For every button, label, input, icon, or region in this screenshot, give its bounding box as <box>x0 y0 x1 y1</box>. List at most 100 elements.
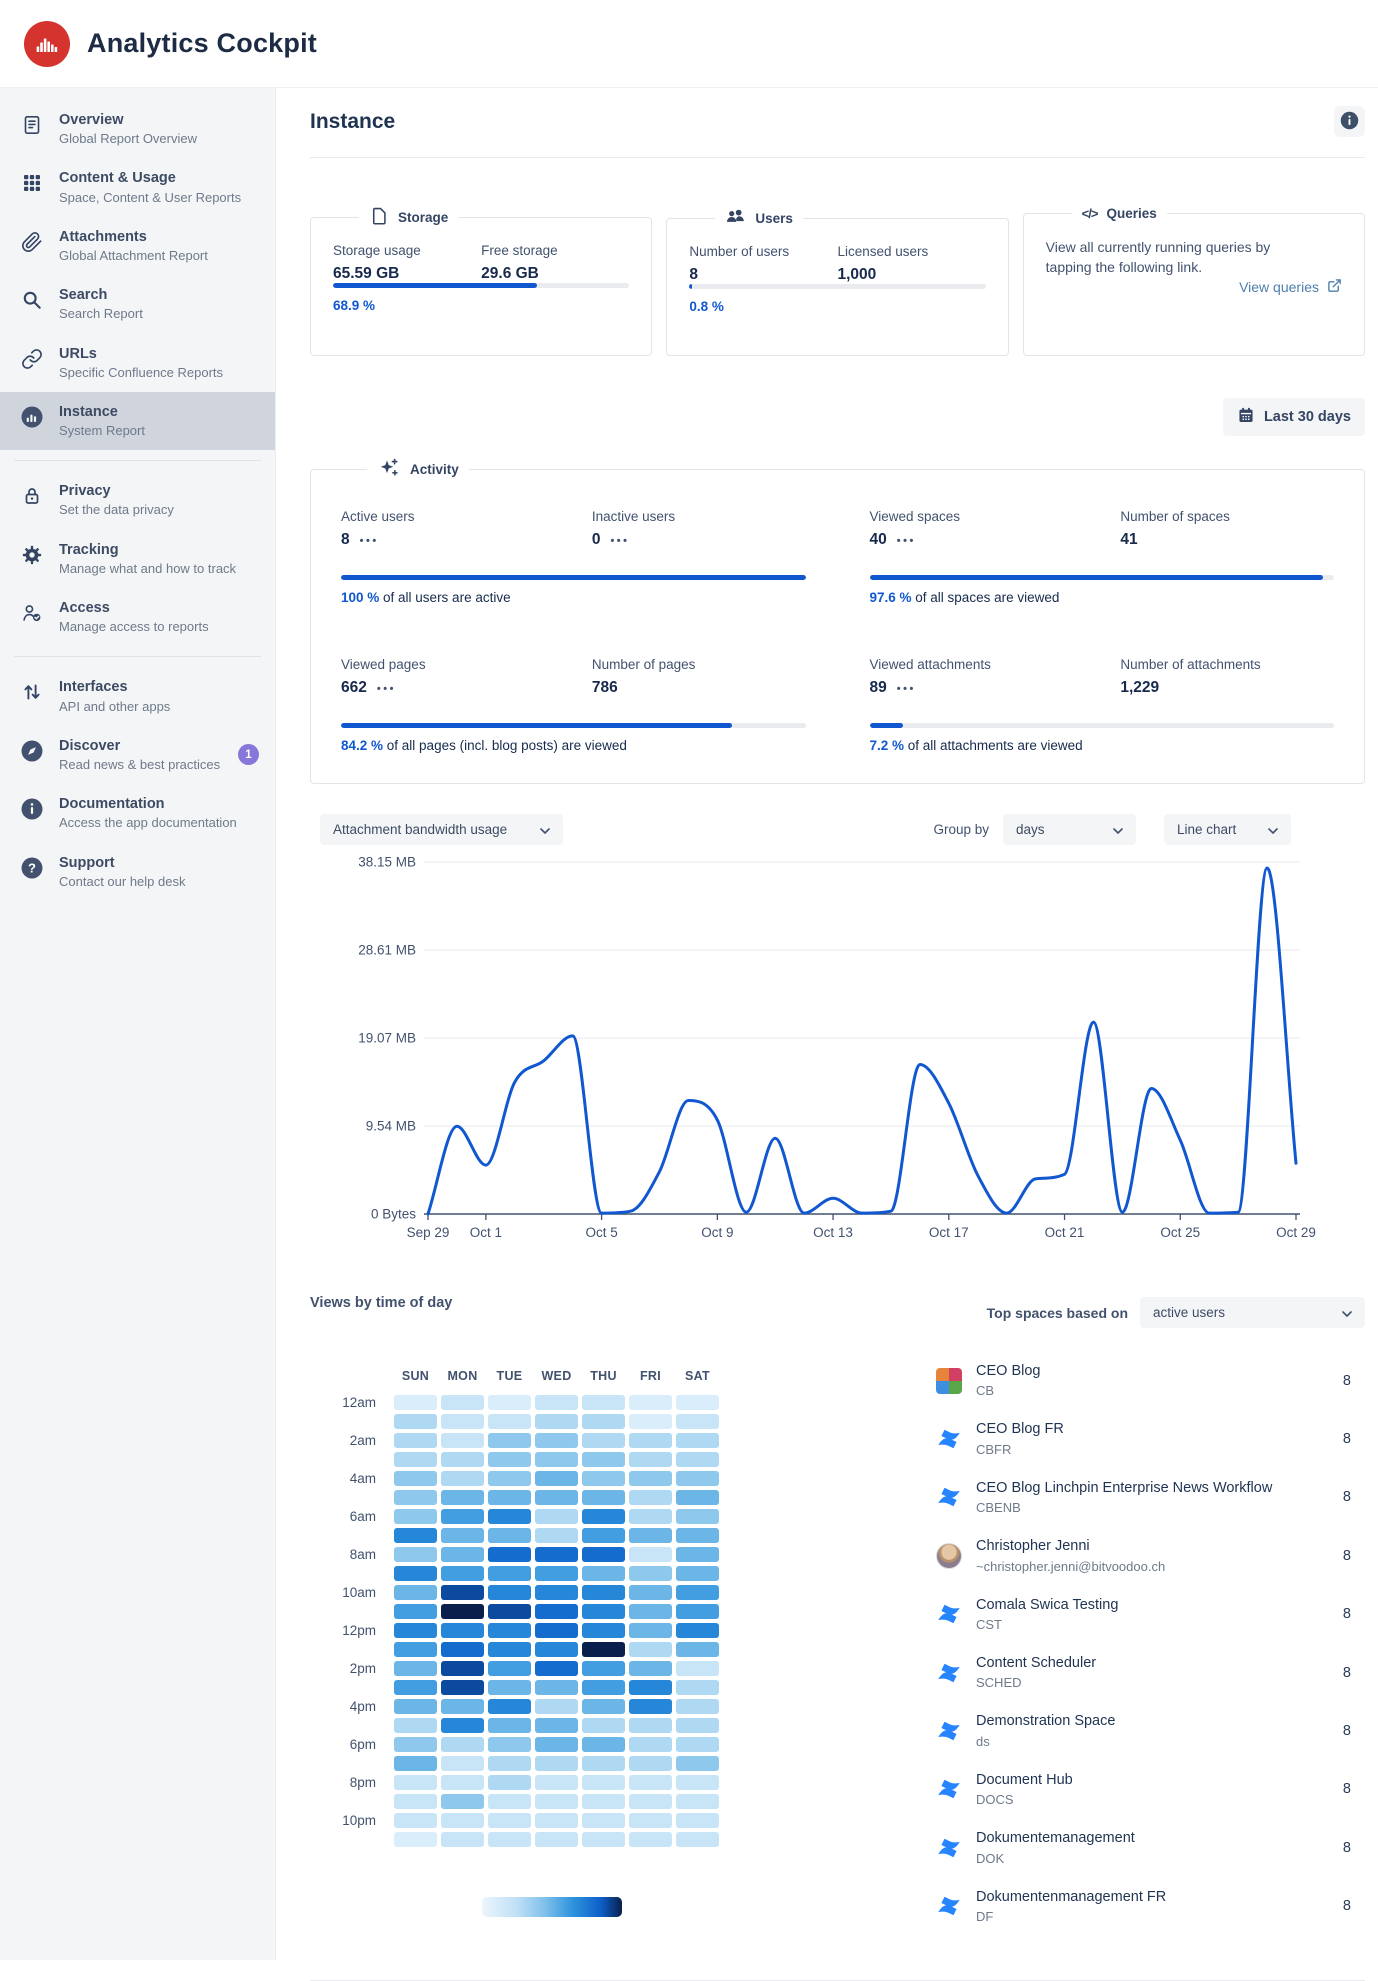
heatmap-cell[interactable] <box>441 1395 484 1410</box>
heatmap-cell[interactable] <box>582 1395 625 1410</box>
heatmap-cell[interactable] <box>441 1528 484 1543</box>
heatmap-cell[interactable] <box>676 1585 719 1600</box>
heatmap-cell[interactable] <box>441 1661 484 1676</box>
heatmap-cell[interactable] <box>488 1490 531 1505</box>
heatmap-cell[interactable] <box>629 1623 672 1638</box>
heatmap-cell[interactable] <box>488 1718 531 1733</box>
heatmap-cell[interactable] <box>488 1813 531 1828</box>
top-space-item[interactable]: Dokumentenmanagement FR DF 8 <box>935 1880 1365 1933</box>
heatmap-cell[interactable] <box>582 1699 625 1714</box>
heatmap-cell[interactable] <box>441 1471 484 1486</box>
heatmap-cell[interactable] <box>441 1718 484 1733</box>
heatmap-cell[interactable] <box>629 1528 672 1543</box>
heatmap-cell[interactable] <box>441 1452 484 1467</box>
heatmap-cell[interactable] <box>394 1680 437 1695</box>
heatmap-cell[interactable] <box>676 1566 719 1581</box>
heatmap-cell[interactable] <box>394 1414 437 1429</box>
heatmap-cell[interactable] <box>535 1471 578 1486</box>
heatmap-cell[interactable] <box>535 1528 578 1543</box>
heatmap-cell[interactable] <box>441 1490 484 1505</box>
heatmap-cell[interactable] <box>535 1604 578 1619</box>
heatmap-cell[interactable] <box>535 1433 578 1448</box>
info-button[interactable] <box>1334 106 1365 137</box>
heatmap-cell[interactable] <box>441 1775 484 1790</box>
heatmap-cell[interactable] <box>629 1680 672 1695</box>
heatmap-cell[interactable] <box>488 1661 531 1676</box>
sidebar-item-tracking[interactable]: Tracking Manage what and how to track <box>0 530 275 588</box>
heatmap-cell[interactable] <box>394 1528 437 1543</box>
top-space-item[interactable]: CEO Blog FR CBFR 8 <box>935 1412 1365 1465</box>
heatmap-cell[interactable] <box>629 1737 672 1752</box>
heatmap-cell[interactable] <box>582 1794 625 1809</box>
heatmap-cell[interactable] <box>629 1547 672 1562</box>
heatmap-cell[interactable] <box>676 1775 719 1790</box>
sidebar-item-access[interactable]: Access Manage access to reports <box>0 588 275 646</box>
heatmap-cell[interactable] <box>676 1509 719 1524</box>
heatmap-cell[interactable] <box>676 1471 719 1486</box>
heatmap-cell[interactable] <box>629 1832 672 1847</box>
heatmap-cell[interactable] <box>582 1490 625 1505</box>
heatmap-cell[interactable] <box>676 1661 719 1676</box>
group-by-select[interactable]: days <box>1003 814 1136 845</box>
heatmap-cell[interactable] <box>488 1699 531 1714</box>
heatmap-cell[interactable] <box>394 1604 437 1619</box>
heatmap-cell[interactable] <box>488 1471 531 1486</box>
heatmap-cell[interactable] <box>394 1661 437 1676</box>
top-space-item[interactable]: Document Hub DOCS 8 <box>935 1763 1365 1816</box>
sidebar-item-support[interactable]: ? Support Contact our help desk <box>0 843 275 901</box>
heatmap-cell[interactable] <box>441 1794 484 1809</box>
heatmap-cell[interactable] <box>582 1756 625 1771</box>
heatmap-cell[interactable] <box>488 1737 531 1752</box>
heatmap-cell[interactable] <box>394 1794 437 1809</box>
heatmap-cell[interactable] <box>488 1585 531 1600</box>
heatmap-cell[interactable] <box>582 1585 625 1600</box>
heatmap-cell[interactable] <box>441 1604 484 1619</box>
heatmap-cell[interactable] <box>394 1452 437 1467</box>
heatmap-cell[interactable] <box>394 1433 437 1448</box>
heatmap-cell[interactable] <box>441 1737 484 1752</box>
heatmap-cell[interactable] <box>394 1395 437 1410</box>
top-spaces-select[interactable]: active users <box>1140 1297 1365 1328</box>
heatmap-cell[interactable] <box>582 1547 625 1562</box>
heatmap-cell[interactable] <box>535 1699 578 1714</box>
heatmap-cell[interactable] <box>394 1642 437 1657</box>
heatmap-cell[interactable] <box>441 1414 484 1429</box>
more-options-button[interactable]: ••• <box>360 533 379 547</box>
heatmap-cell[interactable] <box>582 1661 625 1676</box>
bandwidth-line-chart[interactable]: 0 Bytes 9.54 MB 19.07 MB 28.61 MB 38.15 MB Se… <box>310 849 1365 1269</box>
heatmap-cell[interactable] <box>582 1718 625 1733</box>
heatmap-cell[interactable] <box>488 1528 531 1543</box>
heatmap-cell[interactable] <box>676 1490 719 1505</box>
heatmap-cell[interactable] <box>394 1509 437 1524</box>
heatmap-cell[interactable] <box>629 1794 672 1809</box>
heatmap-cell[interactable] <box>582 1813 625 1828</box>
heatmap-cell[interactable] <box>582 1528 625 1543</box>
top-space-item[interactable]: CEO Blog CB 8 <box>935 1354 1365 1407</box>
heatmap-cell[interactable] <box>535 1661 578 1676</box>
top-space-item[interactable]: CEO Blog Linchpin Enterprise News Workfl… <box>935 1471 1365 1524</box>
heatmap-cell[interactable] <box>535 1414 578 1429</box>
heatmap-cell[interactable] <box>629 1813 672 1828</box>
heatmap-cell[interactable] <box>535 1490 578 1505</box>
heatmap-cell[interactable] <box>394 1471 437 1486</box>
heatmap-cell[interactable] <box>394 1699 437 1714</box>
heatmap-cell[interactable] <box>394 1756 437 1771</box>
heatmap-cell[interactable] <box>488 1604 531 1619</box>
heatmap-cell[interactable] <box>629 1718 672 1733</box>
sidebar-item-interfaces[interactable]: Interfaces API and other apps <box>0 667 275 725</box>
heatmap-cell[interactable] <box>441 1566 484 1581</box>
heatmap-cell[interactable] <box>394 1775 437 1790</box>
sidebar-item-instance[interactable]: Instance System Report <box>0 391 275 451</box>
heatmap-cell[interactable] <box>676 1680 719 1695</box>
heatmap-cell[interactable] <box>535 1509 578 1524</box>
heatmap-cell[interactable] <box>629 1661 672 1676</box>
heatmap-cell[interactable] <box>676 1604 719 1619</box>
heatmap-cell[interactable] <box>394 1547 437 1562</box>
heatmap-cell[interactable] <box>535 1547 578 1562</box>
heatmap-cell[interactable] <box>535 1813 578 1828</box>
heatmap-cell[interactable] <box>676 1433 719 1448</box>
heatmap-cell[interactable] <box>629 1414 672 1429</box>
heatmap-cell[interactable] <box>441 1642 484 1657</box>
heatmap-cell[interactable] <box>535 1680 578 1695</box>
heatmap-cell[interactable] <box>676 1737 719 1752</box>
